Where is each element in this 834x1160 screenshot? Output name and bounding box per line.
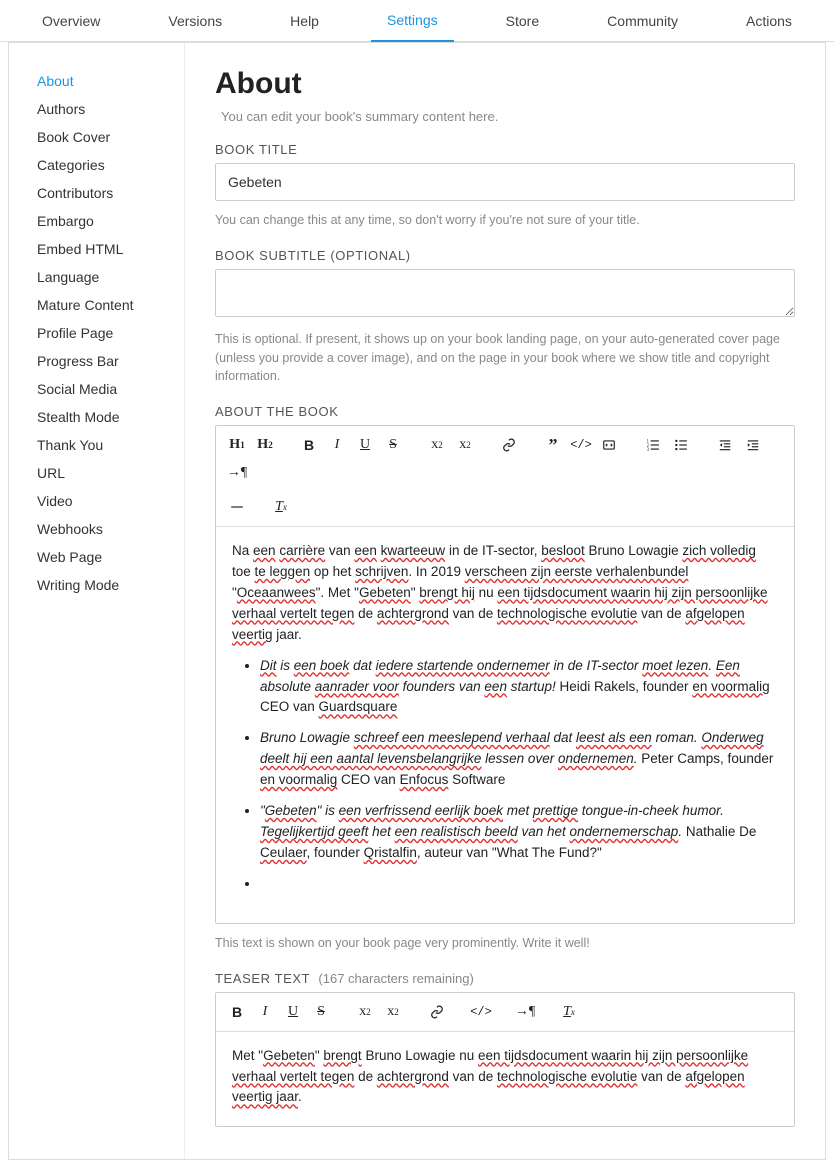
unordered-list-icon[interactable]: [668, 432, 694, 458]
teaser-toolbar: B I U S x2 x2 </> →¶ Tx: [216, 993, 794, 1032]
sidebar-item-embargo[interactable]: Embargo: [37, 207, 184, 235]
about-bullet: [260, 874, 778, 895]
page-intro: You can edit your book's summary content…: [221, 109, 795, 124]
sidebar-item-mature-content[interactable]: Mature Content: [37, 291, 184, 319]
about-book-help: This text is shown on your book page ver…: [215, 934, 795, 953]
sidebar-item-book-cover[interactable]: Book Cover: [37, 123, 184, 151]
content-container: AboutAuthorsBook CoverCategoriesContribu…: [8, 42, 826, 1160]
sidebar-item-stealth-mode[interactable]: Stealth Mode: [37, 403, 184, 431]
book-subtitle-help: This is optional. If present, it shows u…: [215, 330, 795, 386]
sidebar-item-about[interactable]: About: [37, 67, 184, 95]
about-bullet: Dit is een boek dat iedere startende ond…: [260, 656, 778, 719]
about-book-editor: H1 H2 B I U S x2 x2 ” </> 123: [215, 425, 795, 924]
about-bullet: Bruno Lowagie schreef een meeslepend ver…: [260, 728, 778, 791]
superscript-icon[interactable]: x2: [452, 432, 478, 458]
sidebar-item-embed-html[interactable]: Embed HTML: [37, 235, 184, 263]
about-toolbar: H1 H2 B I U S x2 x2 ” </> 123: [216, 426, 794, 527]
bold-icon[interactable]: B: [224, 999, 250, 1025]
outdent-icon[interactable]: [712, 432, 738, 458]
sidebar-item-contributors[interactable]: Contributors: [37, 179, 184, 207]
subscript-icon[interactable]: x2: [424, 432, 450, 458]
book-subtitle-input[interactable]: [215, 269, 795, 317]
svg-text:3: 3: [647, 448, 650, 452]
sidebar-item-authors[interactable]: Authors: [37, 95, 184, 123]
topnav-item-actions[interactable]: Actions: [730, 1, 808, 41]
sidebar-item-webhooks[interactable]: Webhooks: [37, 515, 184, 543]
topnav-item-store[interactable]: Store: [490, 1, 555, 41]
link-icon[interactable]: [496, 432, 522, 458]
link-icon[interactable]: [424, 999, 450, 1025]
top-nav: Overview Versions Help Settings Store Communi…: [0, 0, 834, 42]
sidebar-item-video[interactable]: Video: [37, 487, 184, 515]
topnav-item-versions[interactable]: Versions: [152, 1, 238, 41]
main-panel: About You can edit your book's summary c…: [185, 43, 825, 1159]
sidebar-item-web-page[interactable]: Web Page: [37, 543, 184, 571]
underline-icon[interactable]: U: [352, 432, 378, 458]
sidebar-item-social-media[interactable]: Social Media: [37, 375, 184, 403]
paragraph-rtl-icon[interactable]: →¶: [224, 460, 250, 486]
teaser-remaining: (167 characters remaining): [318, 971, 473, 986]
clear-format-icon[interactable]: Tx: [556, 999, 582, 1025]
superscript-icon[interactable]: x2: [380, 999, 406, 1025]
italic-icon[interactable]: I: [324, 432, 350, 458]
sidebar: AboutAuthorsBook CoverCategoriesContribu…: [9, 43, 185, 1159]
h2-icon[interactable]: H2: [252, 432, 278, 458]
sidebar-item-profile-page[interactable]: Profile Page: [37, 319, 184, 347]
topnav-item-settings[interactable]: Settings: [371, 0, 454, 42]
indent-icon[interactable]: [740, 432, 766, 458]
page-title: About: [215, 67, 795, 101]
book-subtitle-label: BOOK SUBTITLE (OPTIONAL): [215, 248, 795, 263]
paragraph-rtl-icon[interactable]: →¶: [512, 999, 538, 1025]
codeblock-icon[interactable]: [596, 432, 622, 458]
strike-icon[interactable]: S: [380, 432, 406, 458]
code-icon[interactable]: </>: [568, 432, 594, 458]
book-title-help: You can change this at any time, so don'…: [215, 211, 795, 230]
underline-icon[interactable]: U: [280, 999, 306, 1025]
sidebar-item-progress-bar[interactable]: Progress Bar: [37, 347, 184, 375]
hr-icon[interactable]: [224, 494, 250, 520]
teaser-textarea[interactable]: Met "Gebeten" brengt Bruno Lowagie nu ee…: [216, 1032, 794, 1127]
ordered-list-icon[interactable]: 123: [640, 432, 666, 458]
teaser-label-row: TEASER TEXT (167 characters remaining): [215, 971, 795, 986]
about-bullet: "Gebeten" is een verfrissend eerlijk boe…: [260, 801, 778, 864]
book-title-label: BOOK TITLE: [215, 142, 795, 157]
code-icon[interactable]: </>: [468, 999, 494, 1025]
quote-icon[interactable]: ”: [540, 432, 566, 458]
topnav-item-community[interactable]: Community: [591, 1, 694, 41]
topnav-item-overview[interactable]: Overview: [26, 1, 116, 41]
sidebar-item-language[interactable]: Language: [37, 263, 184, 291]
about-book-label: ABOUT THE BOOK: [215, 404, 795, 419]
clear-format-icon[interactable]: Tx: [268, 494, 294, 520]
italic-icon[interactable]: I: [252, 999, 278, 1025]
h1-icon[interactable]: H1: [224, 432, 250, 458]
sidebar-item-writing-mode[interactable]: Writing Mode: [37, 571, 184, 599]
book-title-input[interactable]: [215, 163, 795, 201]
sidebar-item-url[interactable]: URL: [37, 459, 184, 487]
sidebar-item-categories[interactable]: Categories: [37, 151, 184, 179]
about-book-textarea[interactable]: Na een carrière van een kwarteeuw in de …: [216, 527, 794, 923]
bold-icon[interactable]: B: [296, 432, 322, 458]
subscript-icon[interactable]: x2: [352, 999, 378, 1025]
sidebar-item-thank-you[interactable]: Thank You: [37, 431, 184, 459]
teaser-label: TEASER TEXT: [215, 971, 310, 986]
strike-icon[interactable]: S: [308, 999, 334, 1025]
teaser-editor: B I U S x2 x2 </> →¶ Tx Met "Gebeten" br…: [215, 992, 795, 1128]
topnav-item-help[interactable]: Help: [274, 1, 335, 41]
